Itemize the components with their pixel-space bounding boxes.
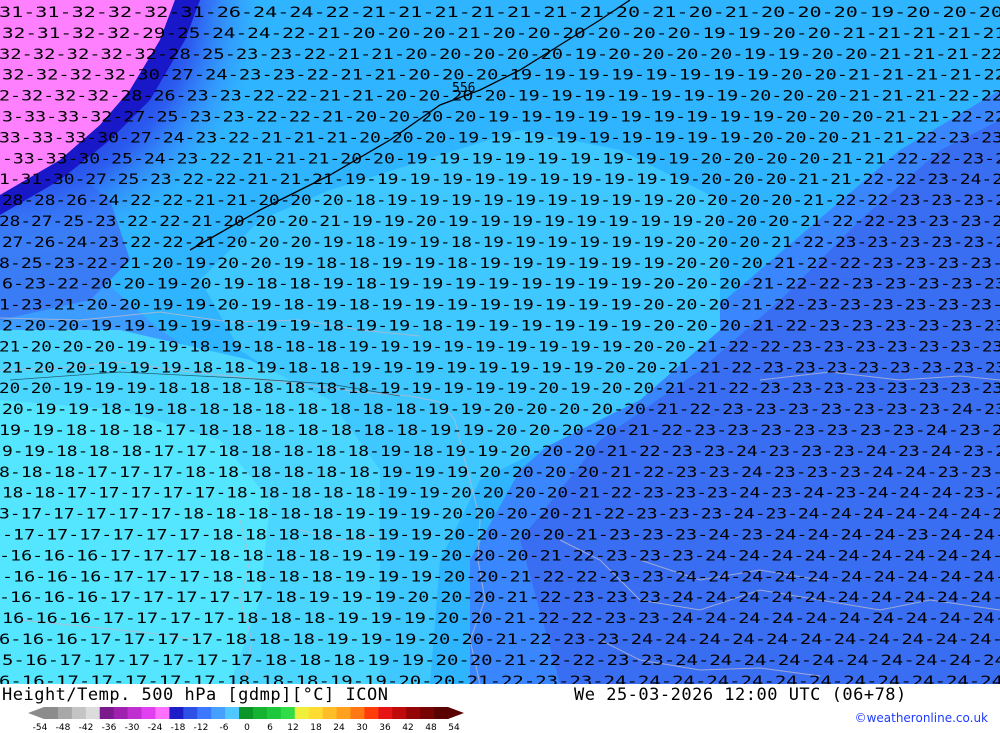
temperature-label-row: 28-28-26-24-22-22-21-21-20-20-20-18-19-1… xyxy=(2,193,1000,209)
legend-tick-label: -42 xyxy=(79,723,94,731)
temperature-label-row: 28-27-25-23-22-22-21-20-20-20-21-19-19-2… xyxy=(0,214,1000,230)
legend-swatch xyxy=(85,707,101,719)
legend-swatch xyxy=(197,707,212,719)
legend-tick-label: 24 xyxy=(333,723,345,731)
legend-swatch xyxy=(364,707,379,719)
legend-swatch xyxy=(406,707,421,719)
legend-swatch xyxy=(127,707,143,719)
temperature-label-row: 18-18-17-17-17-17-17-18-18-18-18-18-19-1… xyxy=(2,486,1000,502)
temperature-label-row: 16-16-16-17-17-17-17-18-18-18-19-19-19-2… xyxy=(2,611,1000,627)
legend-swatch xyxy=(225,707,240,719)
color-legend: -54 -48 -42 -36 -30 -24 -18 -12 -6 0 6 12 18 24 30 36 42… xyxy=(28,707,464,731)
temperature-label-row: 6-16-16-17-17-17-17-18-18-18-19-19-19-20… xyxy=(0,632,1000,648)
legend-tick-label: 54 xyxy=(448,723,460,731)
legend-tick-label: 30 xyxy=(356,723,368,731)
legend-tick-label: -6 xyxy=(220,723,229,731)
legend-swatch xyxy=(141,707,156,719)
legend-swatch xyxy=(308,707,324,719)
temperature-label-row: 5-16-17-17-17-17-17-17-18-18-18-19-19-20… xyxy=(2,653,1000,669)
temperature-label-row: 8-18-18-17-17-17-18-18-18-18-18-18-19-19… xyxy=(0,465,1000,481)
legend-swatch xyxy=(57,707,73,719)
map-footer: Height/Temp. 500 hPa [gdmp][°C] ICON We … xyxy=(0,684,1000,733)
temperature-label-row: 2-20-20-19-19-19-19-18-19-19-18-19-19-18… xyxy=(2,319,1000,335)
legend-swatch xyxy=(183,707,198,719)
legend-tick-label: -30 xyxy=(125,723,140,731)
legend-swatch xyxy=(239,707,254,719)
legend-swatch xyxy=(71,707,87,719)
temperature-label-row: 2-32-32-32-28-26-23-23-22-22-21-21-20-20… xyxy=(0,89,1000,105)
legend-tick-label: 0 xyxy=(244,723,250,731)
temperature-label-row: 3-17-17-17-17-17-18-18-18-18-18-19-19-19… xyxy=(0,507,1000,523)
legend-tick-label: 6 xyxy=(267,723,273,731)
temperature-label-row: 33-33-33-30-27-24-23-22-21-21-21-20-20-2… xyxy=(0,130,1000,146)
legend-swatch xyxy=(350,707,365,719)
legend-swatch xyxy=(378,707,393,719)
temperature-label-row: -16-16-16-17-17-17-18-18-18-18-19-19-19-… xyxy=(2,569,1000,585)
legend-tick-label: 36 xyxy=(379,723,391,731)
temperature-label-row: -17-17-17-17-17-17-18-18-18-18-18-19-19-… xyxy=(2,528,1000,544)
temperature-label-row: 32-32-32-32-32-28-25-23-23-22-21-21-20-2… xyxy=(0,47,1000,63)
temperature-label-row: 6-23-22-20-20-19-20-19-18-18-19-18-19-19… xyxy=(2,277,1000,293)
legend-swatch xyxy=(434,707,449,719)
temperature-label-row: 32-32-32-32-30-27-24-23-23-22-21-21-20-2… xyxy=(2,68,1000,84)
temperature-label-row: 3-33-33-32-27-25-23-23-22-22-21-20-20-20… xyxy=(2,110,1000,126)
temperature-label-row: 20-19-19-18-19-18-18-18-18-18-18-18-18-1… xyxy=(2,402,1000,418)
temperature-label-row: 9-19-18-18-18-17-17-18-18-18-18-18-19-18… xyxy=(2,444,1000,460)
legend-swatch xyxy=(266,707,282,719)
legend-tick-label: -36 xyxy=(102,723,117,731)
temperature-label-row: 31-31-32-32-32-31-26-24-24-22-21-21-21-2… xyxy=(0,5,1000,21)
legend-arrow-right xyxy=(448,707,464,719)
temperature-label-row: -16-16-16-17-17-17-17-17-18-19-19-19-20-… xyxy=(0,590,1000,606)
legend-swatch xyxy=(113,707,129,719)
temperature-label-row: 1-31-30-27-25-23-22-22-21-21-21-19-19-19… xyxy=(0,172,1000,188)
map-title: Height/Temp. 500 hPa [gdmp][°C] ICON xyxy=(2,685,389,705)
legend-tick-label: -12 xyxy=(194,723,209,731)
legend-swatch xyxy=(336,707,351,719)
legend-swatch xyxy=(252,707,268,719)
legend-swatch xyxy=(322,707,338,719)
temperature-label-row: -33-33-30-25-24-23-22-21-21-21-20-20-19-… xyxy=(2,151,1000,167)
legend-swatch xyxy=(392,707,407,719)
legend-swatch xyxy=(44,707,59,719)
legend-swatch xyxy=(294,707,310,719)
forecast-datetime: We 25-03-2026 12:00 UTC (06+78) xyxy=(574,685,907,705)
temperature-label-row: 1-23-21-20-20-19-19-20-19-18-19-18-19-19… xyxy=(0,298,1000,314)
legend-ticks: -54 -48 -42 -36 -30 -24 -18 -12 -6 0 6 12 18 24 30 36 42… xyxy=(33,723,460,731)
temperature-label-row: 6-16-17-17-17-17-17-18-18-18-19-19-20-20… xyxy=(0,674,1000,684)
temperature-label-row: 27-26-24-23-22-22-21-20-20-20-19-18-19-1… xyxy=(2,235,1000,251)
legend-tick-label: -48 xyxy=(56,723,71,731)
legend-tick-label: 48 xyxy=(425,723,437,731)
temperature-label-row: -16-16-16-17-17-17-18-18-18-18-19-19-19-… xyxy=(0,548,1000,564)
legend-tick-label: -54 xyxy=(33,723,48,731)
weather-map: 556 31-31-32-32-32-31-26-24-24-22-21-21-… xyxy=(0,0,1000,711)
legend-swatch xyxy=(155,707,170,719)
legend-tick-label: 18 xyxy=(310,723,322,731)
legend-tick-label: 42 xyxy=(402,723,413,731)
temperature-label-row: 20-20-19-19-19-18-18-18-18-18-18-18-19-1… xyxy=(0,381,1000,397)
legend-tick-label: -24 xyxy=(148,723,163,731)
legend-arrow-left xyxy=(28,707,44,719)
legend-swatch xyxy=(99,707,115,719)
legend-swatch xyxy=(169,707,184,719)
temperature-label-row: 21-20-20-20-19-19-18-19-18-18-18-19-19-1… xyxy=(0,339,1000,355)
legend-bar xyxy=(28,707,464,719)
legend-swatch xyxy=(420,707,435,719)
temperature-label-row: 8-25-23-22-21-20-19-20-20-19-18-18-19-19… xyxy=(0,256,1000,272)
temperature-label-row: 32-31-32-32-29-25-24-24-22-21-20-20-20-2… xyxy=(2,26,1000,42)
temperature-label-row: 19-19-18-18-18-17-18-18-18-18-18-18-18-1… xyxy=(0,423,1000,439)
legend-tick-label: -18 xyxy=(171,723,186,731)
legend-swatch xyxy=(211,707,226,719)
credit-link[interactable]: ©weatheronline.co.uk xyxy=(855,711,988,725)
temperature-label-row: 21-20-20-19-19-19-18-18-19-18-18-19-19-1… xyxy=(2,360,1000,376)
legend-tick-label: 12 xyxy=(287,723,298,731)
legend-swatch xyxy=(280,707,296,719)
